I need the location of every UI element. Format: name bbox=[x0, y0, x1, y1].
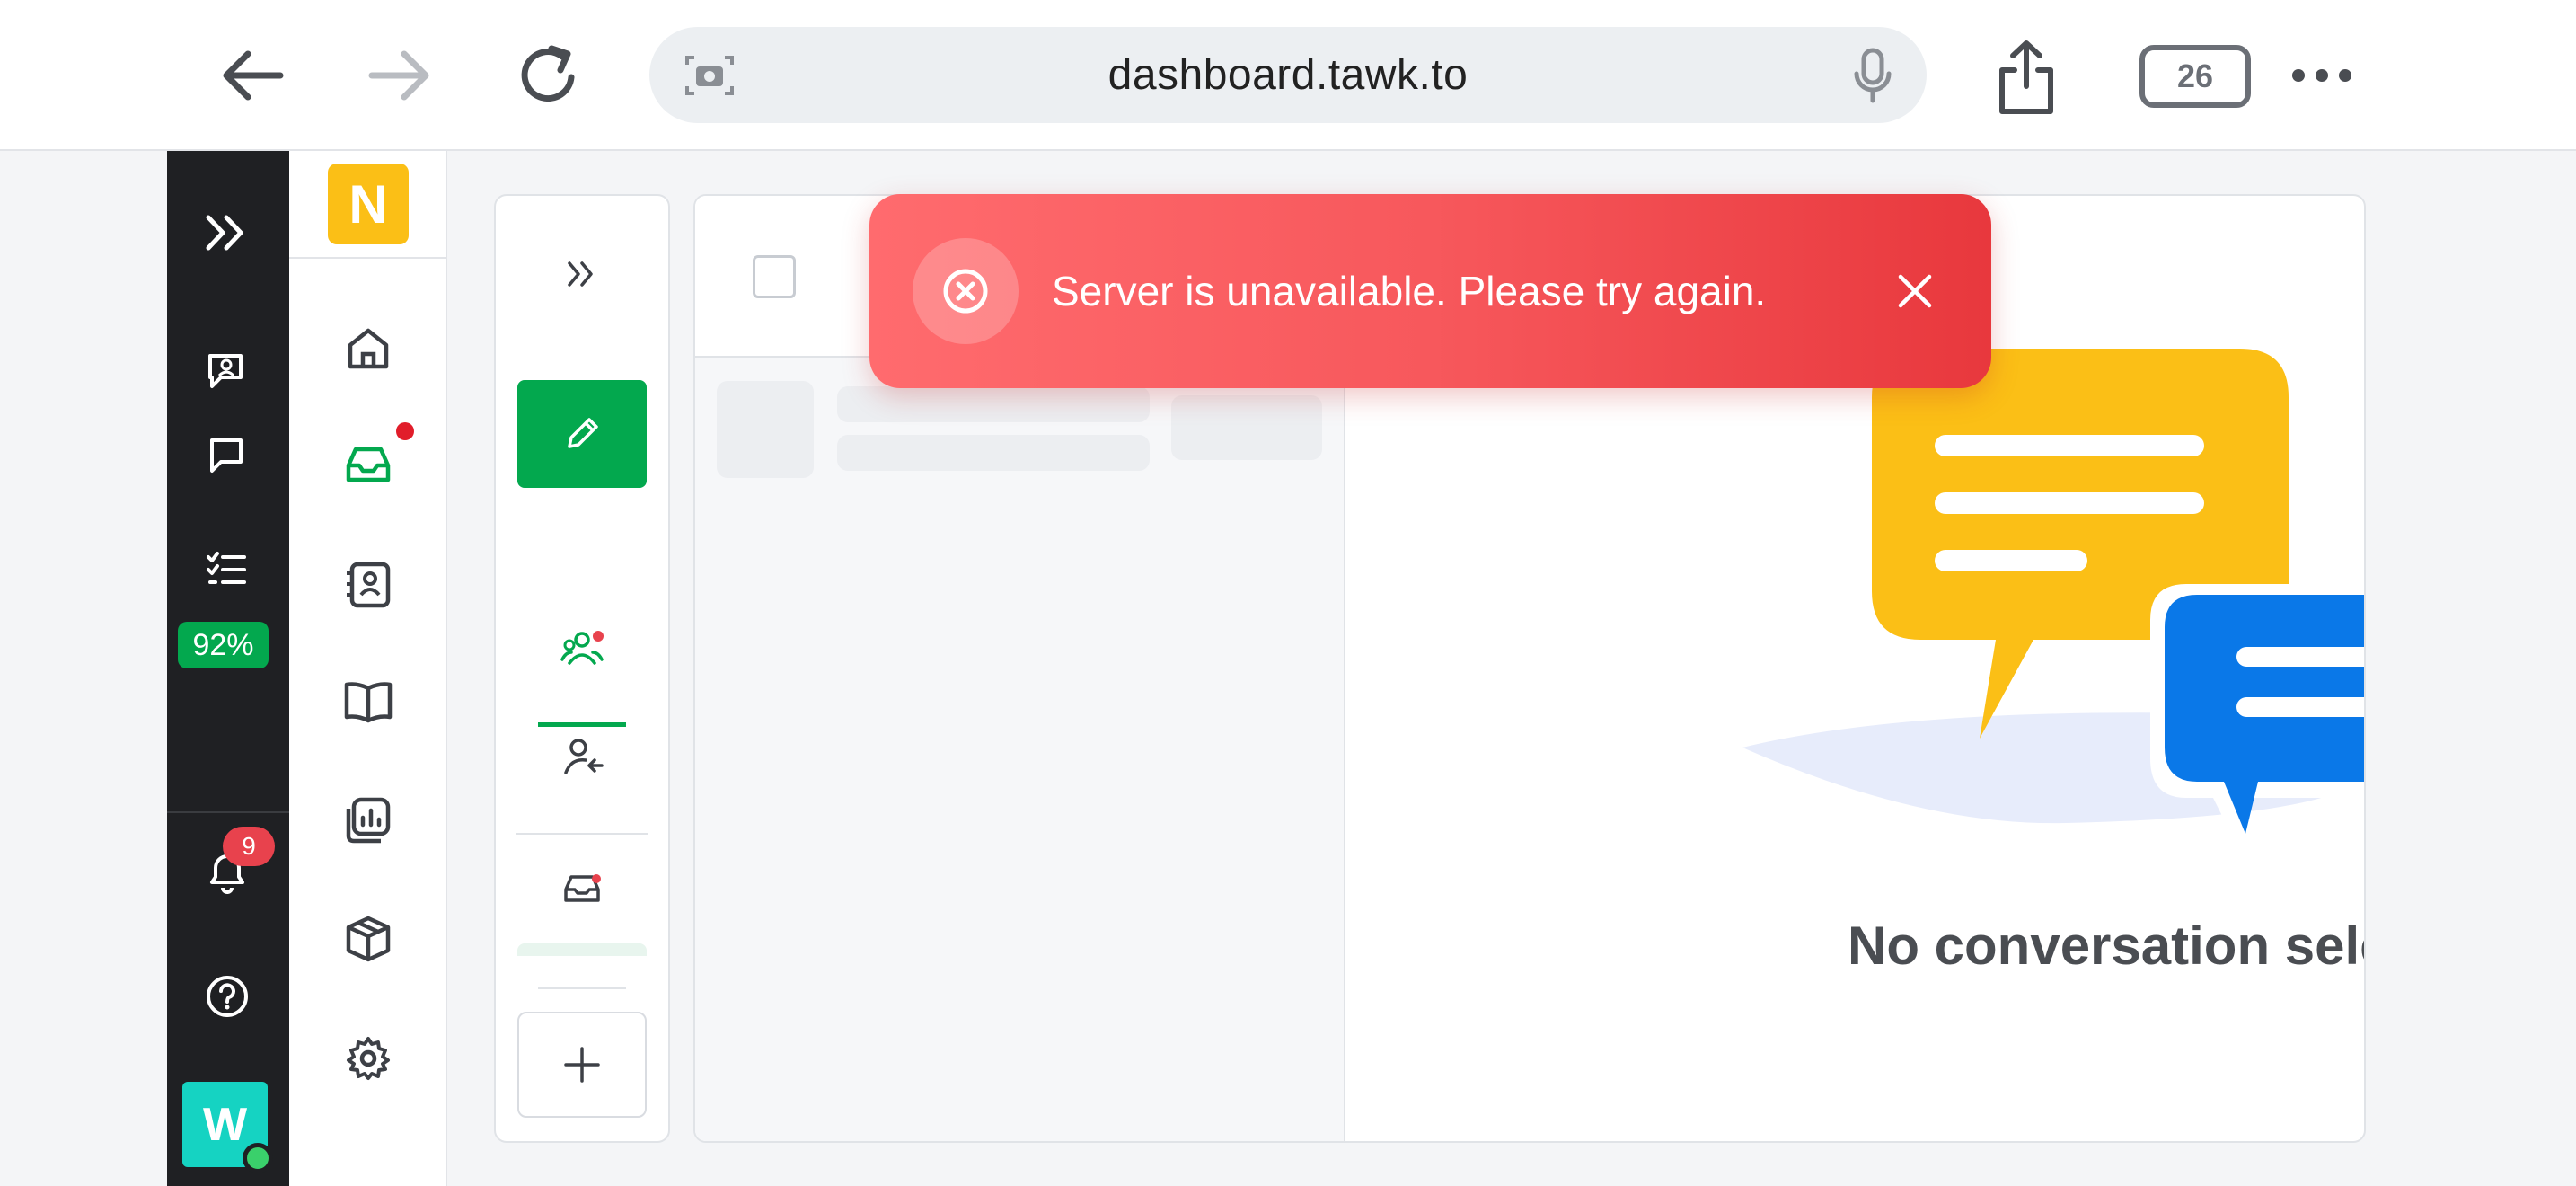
empty-state-title: No conversation selec bbox=[1848, 916, 2366, 976]
app-rail bbox=[167, 151, 289, 1186]
browser-toolbar: dashboard.tawk.to 26 bbox=[0, 0, 2576, 151]
knowledge-base-book-icon[interactable] bbox=[343, 679, 393, 724]
address-bar[interactable]: dashboard.tawk.to bbox=[649, 27, 1927, 123]
rail-divider bbox=[167, 811, 289, 813]
toast-close-button[interactable] bbox=[1893, 270, 1936, 313]
expand-panel-icon[interactable] bbox=[566, 259, 596, 289]
progress-badge: 92% bbox=[178, 622, 269, 668]
more-options-button[interactable] bbox=[2289, 58, 2355, 93]
workspace-logo[interactable]: N bbox=[328, 164, 409, 244]
reload-icon bbox=[521, 45, 575, 102]
tasks-icon[interactable] bbox=[205, 550, 248, 589]
microphone-icon[interactable] bbox=[1853, 47, 1892, 104]
visitors-icon[interactable] bbox=[205, 350, 246, 392]
toast-message: Server is unavailable. Please try again. bbox=[1052, 268, 1767, 314]
my-chats-icon[interactable] bbox=[560, 629, 604, 668]
arrow-left-icon bbox=[223, 50, 284, 101]
home-icon[interactable] bbox=[345, 325, 392, 372]
notification-count-badge: 9 bbox=[223, 827, 275, 866]
select-all-checkbox[interactable] bbox=[753, 255, 796, 298]
skeleton-avatar bbox=[717, 381, 814, 478]
inbox-icon[interactable] bbox=[343, 444, 393, 485]
contacts-icon[interactable] bbox=[345, 561, 392, 609]
inbox-panel bbox=[494, 194, 670, 1143]
pencil-icon bbox=[568, 418, 598, 448]
skeleton-line bbox=[837, 435, 1150, 471]
property-sidebar bbox=[289, 151, 447, 1186]
close-icon bbox=[1898, 274, 1932, 308]
back-button[interactable] bbox=[219, 36, 287, 115]
sidebar-separator bbox=[289, 257, 447, 259]
forward-button[interactable] bbox=[365, 36, 433, 115]
panel-item-partial[interactable] bbox=[517, 943, 647, 956]
share-icon bbox=[1999, 40, 2053, 114]
app-root: dashboard.tawk.to 26 92% 9 W N No conver… bbox=[0, 0, 2576, 1186]
assign-to-me-icon[interactable] bbox=[562, 737, 604, 776]
compose-button[interactable] bbox=[517, 380, 647, 488]
active-tab-underline bbox=[538, 722, 626, 727]
reporting-icon[interactable] bbox=[345, 796, 392, 845]
share-button[interactable] bbox=[1992, 36, 2060, 119]
reload-button[interactable] bbox=[512, 36, 587, 115]
arrow-right-icon bbox=[368, 50, 429, 101]
expand-rail-icon[interactable] bbox=[203, 212, 250, 253]
online-status-dot bbox=[243, 1143, 273, 1173]
help-icon[interactable] bbox=[205, 974, 250, 1019]
skeleton-line bbox=[1171, 395, 1322, 460]
addons-box-icon[interactable] bbox=[345, 915, 392, 963]
panel-separator bbox=[538, 987, 626, 989]
add-button[interactable] bbox=[517, 1012, 647, 1118]
inbox-unread-dot bbox=[396, 422, 414, 440]
panel-separator bbox=[516, 833, 648, 835]
toast-icon-wrapper bbox=[913, 238, 1019, 344]
chat-bubble-icon[interactable] bbox=[207, 435, 246, 474]
skeleton-line bbox=[837, 386, 1150, 422]
error-toast: Server is unavailable. Please try again. bbox=[869, 194, 1991, 388]
chat-illustration bbox=[1872, 349, 2364, 852]
tabs-button[interactable]: 26 bbox=[2139, 45, 2251, 108]
url-text: dashboard.tawk.to bbox=[1107, 51, 1469, 99]
more-dots-icon bbox=[2292, 69, 2351, 82]
plus-icon bbox=[564, 1047, 600, 1083]
error-circle-x-icon bbox=[943, 269, 988, 314]
settings-gear-icon[interactable] bbox=[345, 1035, 392, 1082]
unassigned-inbox-icon[interactable] bbox=[562, 873, 602, 904]
